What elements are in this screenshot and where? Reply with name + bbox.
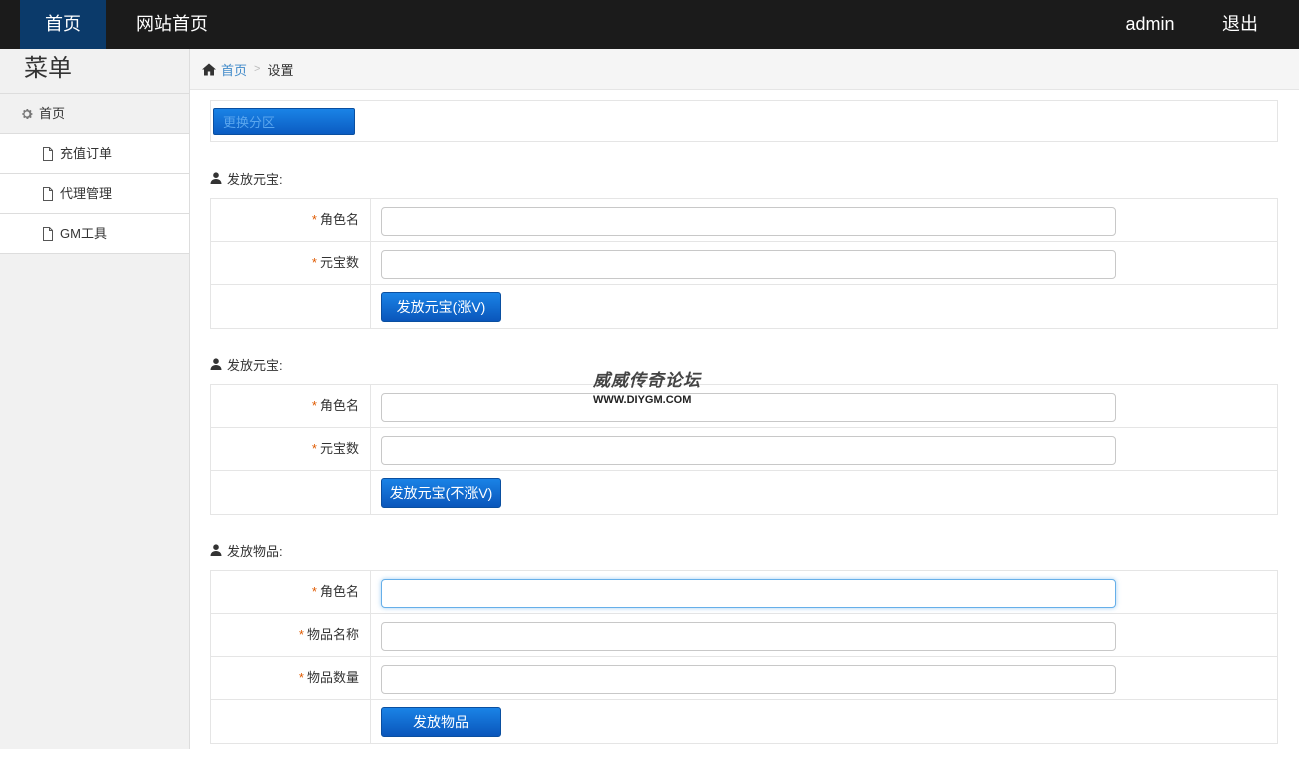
form-ingot-no-vip: * 角色名 * 元宝数 发放元宝(不涨V) <box>210 384 1278 515</box>
nav-site-home[interactable]: 网站首页 <box>120 0 224 49</box>
field-label-text: 角色名 <box>319 398 359 413</box>
required-mark: * <box>311 441 317 456</box>
role-name-input[interactable] <box>381 207 1116 236</box>
form-row: * 物品数量 <box>211 657 1277 700</box>
field-label: * 物品名称 <box>211 614 371 656</box>
sidebar-item-label: GM工具 <box>60 225 107 241</box>
ingot-amount-input[interactable] <box>381 250 1116 279</box>
nav-home[interactable]: 首页 <box>20 0 106 49</box>
user-icon <box>210 544 222 556</box>
breadcrumb-home-link[interactable]: 首页 <box>221 60 247 79</box>
required-mark: * <box>298 627 304 642</box>
required-mark: * <box>311 255 317 270</box>
form-row: 发放物品 <box>211 700 1277 743</box>
partition-box: 更换分区 <box>210 100 1278 142</box>
breadcrumb-separator: > <box>254 63 261 75</box>
watermark: 威威传奇论坛 WWW.DIYGM.COM <box>593 366 723 406</box>
ingot-amount-input[interactable] <box>381 436 1116 465</box>
required-mark: * <box>311 398 317 413</box>
watermark-name: 威威传奇论坛 <box>593 371 701 390</box>
field-label <box>211 471 371 514</box>
form-ingot-vip: * 角色名 * 元宝数 发放元宝(涨V) <box>210 198 1278 329</box>
gear-icon <box>22 108 33 119</box>
file-icon <box>43 226 53 241</box>
sidebar-item-home-label: 首页 <box>39 105 66 121</box>
top-nav-bar: 首页 网站首页 admin 退出 <box>0 0 1299 49</box>
breadcrumb-current: 设置 <box>267 62 294 78</box>
form-row: * 角色名 <box>211 571 1277 614</box>
field-label-text: 角色名 <box>319 212 359 227</box>
sidebar-item-gm-tools[interactable]: GM工具 <box>0 214 189 254</box>
role-name-input[interactable] <box>381 393 1116 422</box>
sidebar-title: 菜单 <box>0 49 189 94</box>
field-label <box>211 285 371 328</box>
field-label: * 元宝数 <box>211 428 371 470</box>
nav-logout[interactable]: 退出 <box>1205 0 1275 49</box>
breadcrumb: 首页 > 设置 <box>190 49 1299 90</box>
send-ingot-no-vip-button[interactable]: 发放元宝(不涨V) <box>381 478 501 508</box>
item-name-input[interactable] <box>381 622 1116 651</box>
role-name-input[interactable] <box>381 579 1116 608</box>
sidebar-item-home[interactable]: 首页 <box>0 94 189 134</box>
form-row: 发放元宝(涨V) <box>211 285 1277 328</box>
section-title-items: 发放物品: <box>210 541 283 559</box>
section-title-label: 发放元宝: <box>227 357 283 373</box>
form-row: * 角色名 <box>211 199 1277 242</box>
file-icon <box>43 146 53 161</box>
field-label-text: 角色名 <box>319 584 359 599</box>
field-label-text: 物品名称 <box>306 627 359 642</box>
section-title-label: 发放元宝: <box>227 171 283 187</box>
form-row: 发放元宝(不涨V) <box>211 471 1277 514</box>
home-icon <box>202 63 216 75</box>
form-items: * 角色名 * 物品名称 * 物品数量 发放物品 <box>210 570 1278 744</box>
field-label <box>211 700 371 743</box>
required-mark: * <box>311 584 317 599</box>
required-mark: * <box>298 670 304 685</box>
required-mark: * <box>311 212 317 227</box>
sidebar: 菜单 首页 充值订单 代理管理 GM工具 <box>0 49 190 749</box>
form-row: * 元宝数 <box>211 428 1277 471</box>
file-icon <box>43 186 53 201</box>
send-items-button[interactable]: 发放物品 <box>381 707 501 737</box>
field-label: * 角色名 <box>211 385 371 427</box>
form-row: * 角色名 <box>211 385 1277 428</box>
field-label: * 物品数量 <box>211 657 371 699</box>
sidebar-item-label: 充值订单 <box>60 145 113 161</box>
user-icon <box>210 172 222 184</box>
section-title-label: 发放物品: <box>227 543 283 559</box>
section-title-ingot-vip: 发放元宝: <box>210 169 283 187</box>
form-row: * 物品名称 <box>211 614 1277 657</box>
field-label: * 角色名 <box>211 571 371 613</box>
sidebar-item-label: 代理管理 <box>60 185 113 201</box>
item-quantity-input[interactable] <box>381 665 1116 694</box>
nav-user[interactable]: admin <box>1108 0 1192 49</box>
sidebar-item-agent-management[interactable]: 代理管理 <box>0 174 189 214</box>
user-icon <box>210 358 222 370</box>
field-label-text: 元宝数 <box>319 441 359 456</box>
watermark-url: WWW.DIYGM.COM <box>593 394 692 406</box>
change-partition-button[interactable]: 更换分区 <box>213 108 355 135</box>
field-label: * 元宝数 <box>211 242 371 284</box>
field-label: * 角色名 <box>211 199 371 241</box>
form-row: * 元宝数 <box>211 242 1277 285</box>
field-label-text: 物品数量 <box>306 670 359 685</box>
send-ingot-vip-button[interactable]: 发放元宝(涨V) <box>381 292 501 322</box>
sidebar-item-recharge-orders[interactable]: 充值订单 <box>0 134 189 174</box>
field-label-text: 元宝数 <box>319 255 359 270</box>
section-title-ingot-no-vip: 发放元宝: <box>210 355 283 373</box>
